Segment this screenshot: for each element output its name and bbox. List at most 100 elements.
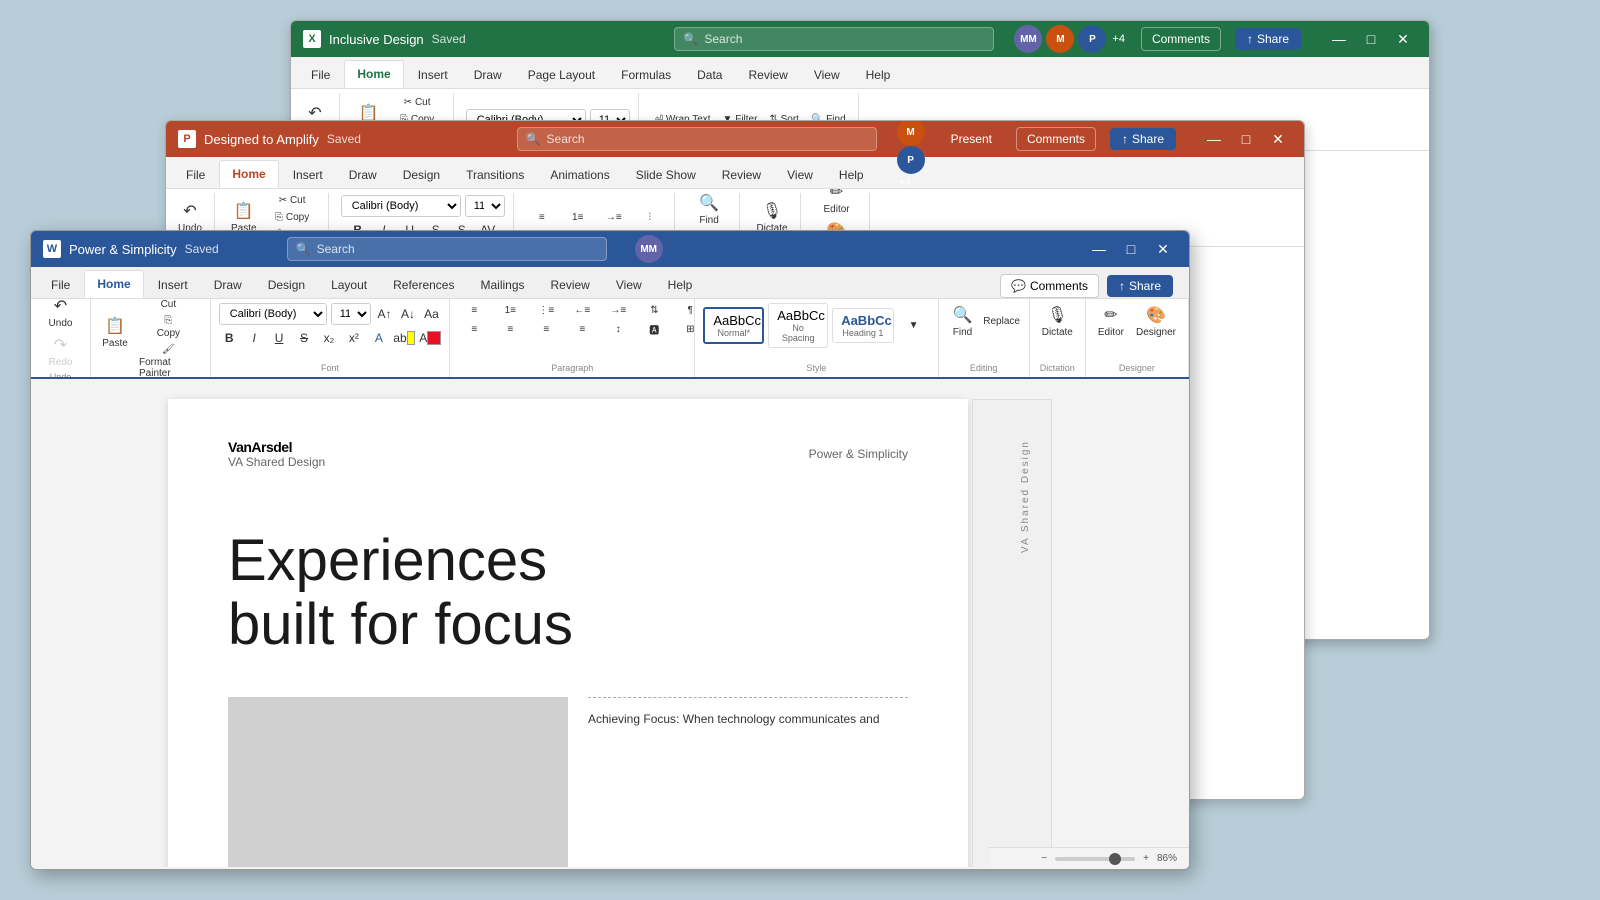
back-tab-view[interactable]: View [802, 62, 852, 88]
front-tab-help[interactable]: Help [656, 272, 705, 298]
front-tab-mailings[interactable]: Mailings [468, 272, 536, 298]
mid-tab-animations[interactable]: Animations [538, 162, 621, 188]
mid-copy-button[interactable]: ⎘ Copy [265, 210, 320, 225]
front-undo-button[interactable]: ↶ Undo [39, 299, 82, 331]
front-clearformat-button[interactable]: Aa [422, 303, 442, 325]
front-tab-view[interactable]: View [604, 272, 654, 298]
front-alignright-button[interactable]: ≡ [530, 322, 562, 337]
front-aligncenter-button[interactable]: ≡ [494, 322, 526, 337]
front-justify-button[interactable]: ≡ [566, 322, 598, 337]
front-shrink-font-button[interactable]: A↓ [398, 303, 418, 325]
styles-dropdown-button[interactable]: ▼ [898, 318, 930, 333]
front-sort-button[interactable]: ⇅ [638, 303, 670, 318]
front-comments-button[interactable]: 💬 Comments [1000, 274, 1099, 298]
mid-present-button[interactable]: Present [941, 128, 1002, 150]
front-bullets-button[interactable]: ≡ [458, 303, 490, 318]
front-numbering-button[interactable]: 1≡ [494, 303, 526, 318]
front-linespacing-button[interactable]: ↕ [602, 322, 634, 337]
zoom-minus-button[interactable]: − [1041, 853, 1047, 864]
front-tab-draw[interactable]: Draw [202, 272, 254, 298]
front-multilevel-button[interactable]: ⋮≡ [530, 303, 562, 318]
front-underline-button[interactable]: U [269, 327, 290, 349]
front-tab-file[interactable]: File [39, 272, 82, 298]
back-tab-help[interactable]: Help [854, 62, 903, 88]
close-button-back[interactable]: ✕ [1389, 27, 1417, 51]
zoom-plus-button[interactable]: + [1143, 853, 1149, 864]
front-outdent-button[interactable]: ←≡ [566, 303, 598, 318]
maximize-button-mid[interactable]: □ [1232, 127, 1260, 151]
mid-comments-button[interactable]: Comments [1016, 127, 1096, 151]
back-tab-file[interactable]: File [299, 62, 342, 88]
front-highlight-button[interactable]: ab [393, 327, 415, 349]
mid-indent-button[interactable]: →≡ [598, 210, 630, 225]
front-editor-button[interactable]: ✏ Editor [1094, 303, 1128, 340]
minimize-button-front[interactable]: — [1085, 237, 1113, 261]
front-strikethrough-button[interactable]: S [294, 327, 315, 349]
mid-size-selector[interactable]: 11 [465, 195, 505, 217]
mid-tab-design[interactable]: Design [391, 162, 452, 188]
mid-columns-button[interactable]: ⫶ [634, 210, 666, 225]
back-tab-pagelayout[interactable]: Page Layout [516, 62, 607, 88]
front-indent-button[interactable]: →≡ [602, 303, 634, 318]
back-search-box[interactable]: 🔍 Search [674, 27, 994, 51]
back-tab-home[interactable]: Home [344, 60, 403, 88]
mid-tab-review[interactable]: Review [710, 162, 773, 188]
mid-editor-button[interactable]: ✏ Editor [820, 189, 854, 217]
front-tab-review[interactable]: Review [539, 272, 602, 298]
front-superscript-button[interactable]: x² [343, 327, 364, 349]
maximize-button-back[interactable]: □ [1357, 27, 1385, 51]
mid-find-button[interactable]: 🔍 Find [693, 191, 725, 228]
front-tab-insert[interactable]: Insert [146, 272, 200, 298]
back-comments-button[interactable]: Comments [1141, 27, 1221, 51]
maximize-button-front[interactable]: □ [1117, 237, 1145, 261]
mid-bullets-button[interactable]: ≡ [526, 210, 558, 225]
back-tab-draw[interactable]: Draw [462, 62, 514, 88]
front-formatpainter-button[interactable]: 🖌 Format Painter [135, 342, 202, 380]
front-tab-references[interactable]: References [381, 272, 466, 298]
style-nospacing-button[interactable]: AaBbCc No Spacing [768, 303, 828, 348]
back-tab-data[interactable]: Data [685, 62, 734, 88]
mid-tab-home[interactable]: Home [219, 160, 278, 188]
front-cut-button[interactable]: ✂ Cut [135, 299, 202, 312]
mid-tab-help[interactable]: Help [827, 162, 876, 188]
front-italic-button[interactable]: I [244, 327, 265, 349]
minimize-button-back[interactable]: — [1325, 27, 1353, 51]
back-tab-insert[interactable]: Insert [406, 62, 460, 88]
front-replace-button[interactable]: Replace [983, 314, 1021, 329]
mid-search-box[interactable]: 🔍 Search [517, 127, 877, 151]
front-copy-button[interactable]: ⎘ Copy [135, 313, 202, 341]
close-button-front[interactable]: ✕ [1149, 237, 1177, 261]
mid-tab-file[interactable]: File [174, 162, 217, 188]
front-dictate-button[interactable]: 🎙 Dictate [1038, 303, 1077, 340]
minimize-button-mid[interactable]: — [1200, 127, 1228, 151]
mid-tab-transitions[interactable]: Transitions [454, 162, 536, 188]
mid-share-button[interactable]: ↑ Share [1110, 128, 1176, 150]
front-share-button[interactable]: ↑ Share [1107, 275, 1173, 297]
zoom-slider[interactable] [1055, 857, 1135, 861]
front-tab-layout[interactable]: Layout [319, 272, 379, 298]
front-shading-button[interactable]: 🅰 [638, 320, 670, 339]
mid-cut-button[interactable]: ✂ Cut [265, 193, 320, 208]
back-share-button[interactable]: ↑ Share [1235, 28, 1301, 50]
front-tab-home[interactable]: Home [84, 270, 143, 298]
style-heading1-button[interactable]: AaBbCc Heading 1 [832, 308, 893, 343]
back-cut-button[interactable]: ✂ Cut [390, 95, 445, 110]
style-normal-button[interactable]: AaBbCc Normal* [703, 307, 764, 344]
front-designer-button[interactable]: 🎨 Designer [1132, 303, 1180, 340]
back-tab-review[interactable]: Review [736, 62, 799, 88]
front-subscript-button[interactable]: x₂ [318, 327, 339, 349]
mid-tab-draw[interactable]: Draw [337, 162, 389, 188]
front-fontcolor-button[interactable]: A [419, 327, 441, 349]
mid-numbering-button[interactable]: 1≡ [562, 210, 594, 225]
front-search-box[interactable]: 🔍 Search [287, 237, 607, 261]
front-find-button[interactable]: 🔍 Find [947, 303, 979, 340]
front-tab-design[interactable]: Design [256, 272, 317, 298]
front-alignleft-button[interactable]: ≡ [458, 322, 490, 337]
front-bold-button[interactable]: B [219, 327, 240, 349]
close-button-mid[interactable]: ✕ [1264, 127, 1292, 151]
front-paste-button[interactable]: 📋 Paste [99, 314, 131, 351]
mid-tab-insert[interactable]: Insert [281, 162, 335, 188]
front-texteffects-button[interactable]: A [368, 327, 389, 349]
mid-font-selector[interactable]: Calibri (Body) [341, 195, 461, 217]
front-grow-font-button[interactable]: A↑ [375, 303, 395, 325]
